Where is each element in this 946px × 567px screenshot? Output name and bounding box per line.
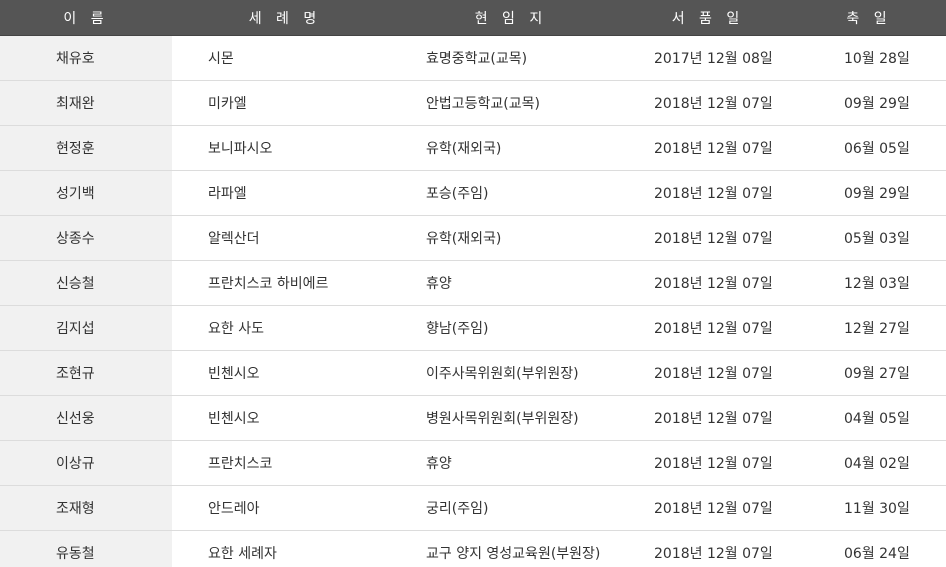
ordination-date-cell: 2018년 12월 07일: [624, 530, 792, 567]
feast-day-cell: 04월 05일: [792, 395, 946, 441]
ordination-date-cell: 2018년 12월 07일: [624, 485, 792, 531]
baptism-name-cell: 미카엘: [172, 80, 398, 126]
assignment-cell: 이주사목위원회(부위원장): [398, 350, 624, 396]
table-row: 조현규 빈첸시오 이주사목위원회(부위원장) 2018년 12월 07일 09월 27일: [0, 350, 946, 396]
assignment-cell: 효명중학교(교목): [398, 35, 624, 81]
table-row: 상종수 알렉산더 유학(재외국) 2018년 12월 07일 05월 03일: [0, 215, 946, 261]
assignment-cell: 포승(주임): [398, 170, 624, 216]
table-row: 김지섭 요한 사도 향남(주임) 2018년 12월 07일 12월 27일: [0, 305, 946, 351]
ordination-date-cell: 2018년 12월 07일: [624, 215, 792, 261]
baptism-name-cell: 알렉산더: [172, 215, 398, 261]
name-cell: 조현규: [0, 350, 172, 396]
ordination-date-cell: 2018년 12월 07일: [624, 440, 792, 486]
assignment-cell: 휴양: [398, 260, 624, 306]
header-feast-day: 축 일: [792, 0, 946, 36]
table-header: 이 름 세 례 명 현 임 지 서 품 일 축 일: [0, 0, 946, 36]
feast-day-cell: 10월 28일: [792, 35, 946, 81]
header-baptism-name: 세 례 명: [172, 0, 398, 36]
assignment-cell: 안법고등학교(교목): [398, 80, 624, 126]
name-cell: 최재완: [0, 80, 172, 126]
table-body: 채유호 시몬 효명중학교(교목) 2017년 12월 08일 10월 28일 최재완 미카엘…: [0, 35, 946, 567]
assignment-cell: 향남(주임): [398, 305, 624, 351]
assignment-cell: 병원사목위원회(부위원장): [398, 395, 624, 441]
feast-day-cell: 04월 02일: [792, 440, 946, 486]
assignment-cell: 교구 양지 영성교육원(부원장): [398, 530, 624, 567]
baptism-name-cell: 요한 세례자: [172, 530, 398, 567]
table-row: 현정훈 보니파시오 유학(재외국) 2018년 12월 07일 06월 05일: [0, 125, 946, 171]
baptism-name-cell: 시몬: [172, 35, 398, 81]
feast-day-cell: 12월 03일: [792, 260, 946, 306]
ordination-date-cell: 2018년 12월 07일: [624, 305, 792, 351]
table-row: 채유호 시몬 효명중학교(교목) 2017년 12월 08일 10월 28일: [0, 35, 946, 81]
baptism-name-cell: 빈첸시오: [172, 350, 398, 396]
name-cell: 채유호: [0, 35, 172, 81]
assignment-cell: 휴양: [398, 440, 624, 486]
baptism-name-cell: 라파엘: [172, 170, 398, 216]
feast-day-cell: 06월 24일: [792, 530, 946, 567]
feast-day-cell: 09월 29일: [792, 80, 946, 126]
table-row: 조재형 안드레아 궁리(주임) 2018년 12월 07일 11월 30일: [0, 485, 946, 531]
name-cell: 유동철: [0, 530, 172, 567]
name-cell: 조재형: [0, 485, 172, 531]
baptism-name-cell: 안드레아: [172, 485, 398, 531]
ordination-date-cell: 2018년 12월 07일: [624, 350, 792, 396]
ordination-date-cell: 2018년 12월 07일: [624, 80, 792, 126]
feast-day-cell: 09월 29일: [792, 170, 946, 216]
feast-day-cell: 11월 30일: [792, 485, 946, 531]
ordination-date-cell: 2018년 12월 07일: [624, 395, 792, 441]
feast-day-cell: 12월 27일: [792, 305, 946, 351]
header-current-assignment: 현 임 지: [398, 0, 624, 36]
baptism-name-cell: 보니파시오: [172, 125, 398, 171]
ordination-date-cell: 2018년 12월 07일: [624, 125, 792, 171]
name-cell: 성기백: [0, 170, 172, 216]
table-row: 이상규 프란치스코 휴양 2018년 12월 07일 04월 02일: [0, 440, 946, 486]
feast-day-cell: 09월 27일: [792, 350, 946, 396]
ordination-date-cell: 2017년 12월 08일: [624, 35, 792, 81]
ordination-date-cell: 2018년 12월 07일: [624, 170, 792, 216]
name-cell: 상종수: [0, 215, 172, 261]
baptism-name-cell: 프란치스코: [172, 440, 398, 486]
table-row: 신승철 프란치스코 하비에르 휴양 2018년 12월 07일 12월 03일: [0, 260, 946, 306]
clergy-table: 이 름 세 례 명 현 임 지 서 품 일 축 일 채유호 시몬 효명중학교(교목)…: [0, 0, 946, 567]
assignment-cell: 궁리(주임): [398, 485, 624, 531]
table-row: 최재완 미카엘 안법고등학교(교목) 2018년 12월 07일 09월 29일: [0, 80, 946, 126]
assignment-cell: 유학(재외국): [398, 125, 624, 171]
header-name: 이 름: [0, 0, 172, 36]
name-cell: 신승철: [0, 260, 172, 306]
feast-day-cell: 05월 03일: [792, 215, 946, 261]
table-row: 유동철 요한 세례자 교구 양지 영성교육원(부원장) 2018년 12월 07일 06…: [0, 530, 946, 567]
baptism-name-cell: 빈첸시오: [172, 395, 398, 441]
name-cell: 이상규: [0, 440, 172, 486]
header-ordination-date: 서 품 일: [624, 0, 792, 36]
table-row: 신선웅 빈첸시오 병원사목위원회(부위원장) 2018년 12월 07일 04월 05일: [0, 395, 946, 441]
baptism-name-cell: 요한 사도: [172, 305, 398, 351]
name-cell: 김지섭: [0, 305, 172, 351]
baptism-name-cell: 프란치스코 하비에르: [172, 260, 398, 306]
name-cell: 신선웅: [0, 395, 172, 441]
table-row: 성기백 라파엘 포승(주임) 2018년 12월 07일 09월 29일: [0, 170, 946, 216]
name-cell: 현정훈: [0, 125, 172, 171]
ordination-date-cell: 2018년 12월 07일: [624, 260, 792, 306]
feast-day-cell: 06월 05일: [792, 125, 946, 171]
header-row: 이 름 세 례 명 현 임 지 서 품 일 축 일: [0, 0, 946, 36]
assignment-cell: 유학(재외국): [398, 215, 624, 261]
